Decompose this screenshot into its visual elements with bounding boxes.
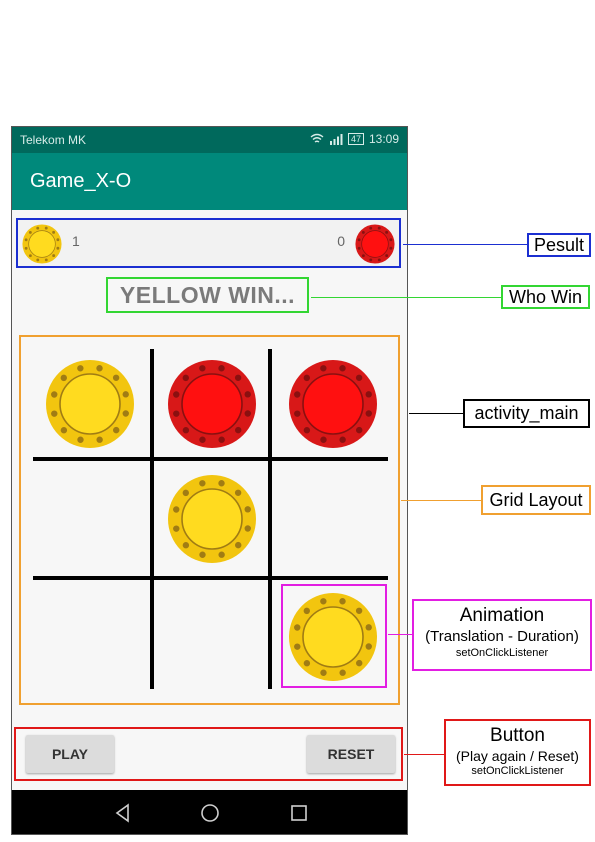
back-icon[interactable]: [112, 802, 134, 824]
board-cell-1-1[interactable]: [167, 474, 257, 564]
result-bar: 1 0: [16, 218, 401, 268]
board-grid: [19, 335, 400, 705]
connector-line: [404, 754, 444, 755]
animation-highlight: [281, 584, 387, 688]
carrier-label: Telekom MK: [20, 133, 87, 147]
wifi-icon: [310, 133, 324, 143]
clock: 13:09: [368, 132, 399, 146]
connector-line: [403, 244, 527, 245]
battery-icon: 47: [347, 133, 364, 145]
winner-text: YELLOW WIN...: [106, 277, 309, 313]
yellow-score: 1: [72, 233, 80, 249]
app-bar: Game_X-O: [12, 153, 407, 210]
annotation-button: Button (Play again / Reset) setOnClickLi…: [444, 719, 591, 786]
home-icon[interactable]: [199, 802, 221, 824]
button-bar: PLAY RESET: [14, 727, 403, 781]
board-cell-0-1[interactable]: [167, 359, 257, 449]
annotation-animation: Animation (Translation - Duration) setOn…: [412, 599, 592, 671]
phone-screen: Telekom MK 47 13:09 Game_X-O 1 0 YELLOW …: [11, 126, 408, 835]
annotation-activity-main: activity_main: [463, 399, 590, 428]
grid-line: [33, 576, 388, 580]
grid-line: [33, 457, 388, 461]
token-icon: [168, 360, 256, 448]
connector-line: [388, 634, 412, 635]
yellow-player-token-icon: [22, 224, 62, 264]
token-icon: [46, 360, 134, 448]
status-bar: Telekom MK 47 13:09: [12, 127, 407, 153]
board-cell-0-0[interactable]: [45, 359, 135, 449]
connector-line: [311, 297, 501, 298]
annotation-who-win: Who Win: [501, 285, 590, 309]
board-cell-1-0[interactable]: [45, 474, 135, 564]
connector-line: [409, 413, 463, 414]
board-cell-2-1[interactable]: [167, 592, 257, 682]
app-title: Game_X-O: [30, 170, 132, 192]
board-cell-1-2[interactable]: [288, 474, 378, 564]
token-icon: [289, 360, 377, 448]
signal-icon: [329, 134, 343, 145]
token-icon: [168, 475, 256, 563]
board-cell-0-2[interactable]: [288, 359, 378, 449]
system-nav-bar: [12, 790, 407, 834]
grid-line: [150, 349, 154, 689]
board-cell-2-0[interactable]: [45, 592, 135, 682]
reset-button[interactable]: RESET: [307, 735, 395, 773]
annotation-grid-layout: Grid Layout: [481, 485, 591, 515]
red-score: 0: [337, 233, 345, 249]
grid-line: [268, 349, 272, 689]
annotation-result: Pesult: [527, 233, 591, 257]
recents-icon[interactable]: [288, 802, 310, 824]
play-button[interactable]: PLAY: [26, 735, 114, 773]
connector-line: [401, 500, 481, 501]
red-player-token-icon: [355, 224, 395, 264]
